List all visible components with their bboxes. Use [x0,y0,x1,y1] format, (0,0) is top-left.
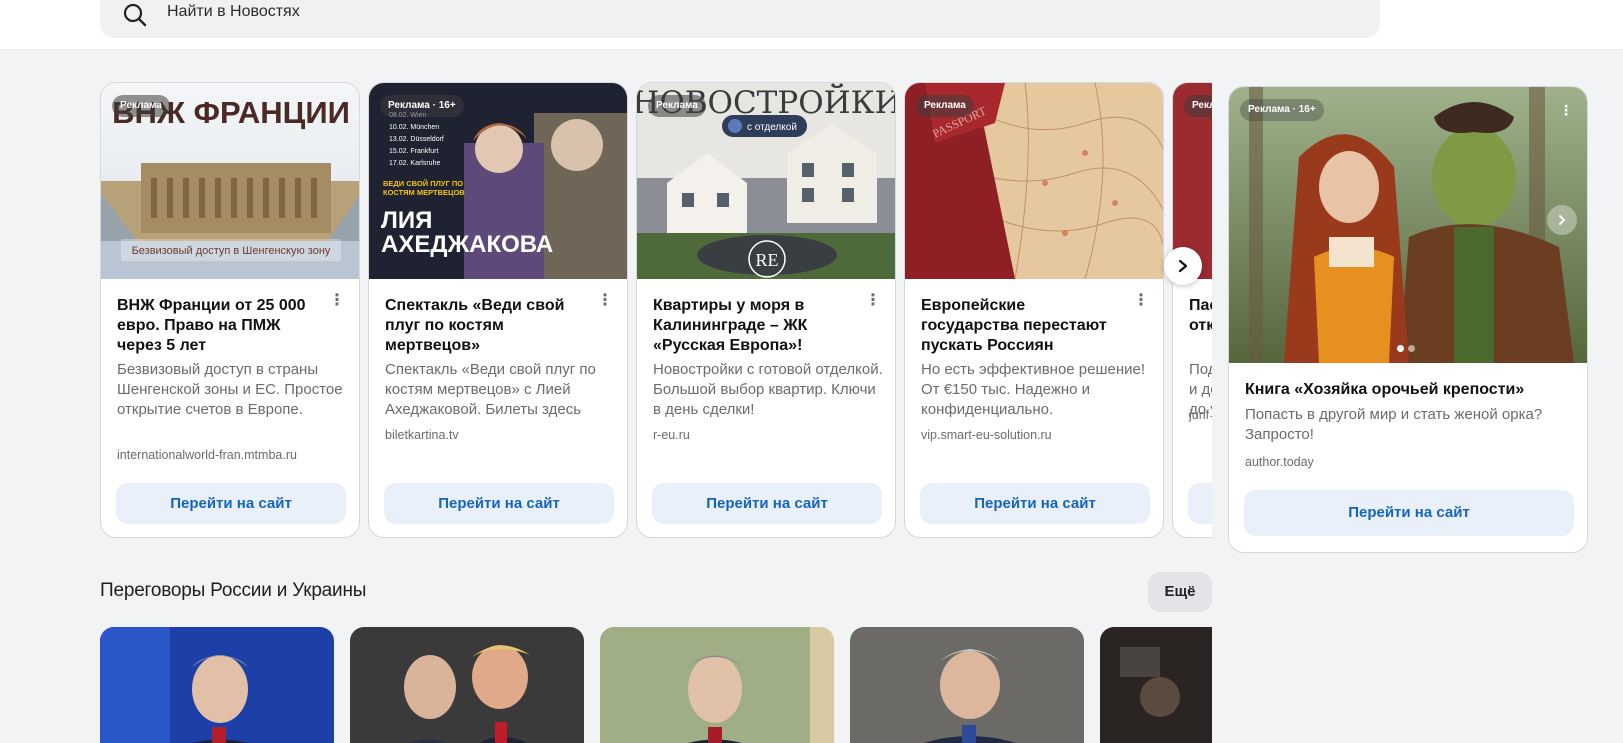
ad-domain: biletkartina.tv [385,428,459,442]
ad-badge: Реклама · 16+ [380,95,464,117]
more-options-icon[interactable]: ⋮ [597,293,613,311]
ad-card[interactable]: Рекл Пас отк Под и до до у jurif Пе [1172,82,1212,538]
ad-title[interactable]: ВНЖ Франции от 25 000 евро. Право на ПМЖ… [117,296,317,356]
chevron-right-icon [1559,215,1566,225]
news-card[interactable] [100,627,334,743]
go-to-site-button[interactable]: Перейти на сайт [1244,490,1574,536]
go-to-site-button[interactable]: Перейти на сайт [384,483,614,524]
header: Найти в Новостях [0,0,1623,49]
ad-badge: Реклама · 16+ [1240,99,1324,121]
side-ad-domain: author.today [1245,455,1314,469]
ad-domain: jurif [1189,408,1210,422]
news-card[interactable] [350,627,584,743]
news-card[interactable] [1100,627,1212,743]
ad-title[interactable]: Спектакль «Веди свой плуг по костям мерт… [385,296,585,356]
ad-card[interactable]: ВНЖ ФРАНЦИИ Безвизовый доступ в Шенгенск… [100,82,360,538]
go-to-site-button[interactable]: Перейти на сайт [116,483,346,524]
side-ad-image [1229,87,1587,363]
side-ad-title[interactable]: Книга «Хозяйка орочьей крепости» [1245,381,1575,399]
ad-description: Новостройки с готовой отделкой. Большой … [653,361,883,418]
more-options-icon[interactable]: ⋮ [329,293,345,311]
go-to-site-button[interactable]: Перейти на сайт [652,483,882,524]
ad-card[interactable]: PASSPORT Реклама Европейские государства… [904,82,1164,538]
news-card[interactable] [600,627,834,743]
ad-title[interactable]: Пас отк [1189,296,1212,336]
news-card[interactable] [850,627,1084,743]
search-icon [123,3,147,27]
search-input[interactable]: Найти в Новостях [167,3,300,21]
ad-image-date: 15.02. Frankfurt [389,148,438,155]
ad-image-headline: ЛИЯ АХЕДЖАКОВА [381,209,554,258]
ad-carousel: ВНЖ ФРАНЦИИ Безвизовый доступ в Шенгенск… [100,82,1212,540]
ad-card[interactable]: 08.02. Wien 10.02. München 13.02. Düssel… [368,82,628,538]
ad-badge: Реклама [916,95,974,117]
ad-image-date: 10.02. München [389,124,439,131]
ad-domain: vip.smart-eu-solution.ru [921,428,1052,442]
carousel-next-button[interactable] [1164,247,1202,285]
more-options-icon[interactable]: ⋮ [1555,99,1577,121]
go-to-site-button[interactable]: Перейти на сайт [920,483,1150,524]
more-button[interactable]: Ещё [1148,572,1212,612]
side-ad-card[interactable]: Реклама · 16+ ⋮ Книга «Хозяйка орочьей к… [1228,86,1588,553]
go-to-site-button[interactable]: Пе [1188,483,1212,524]
ad-image-subtitle: ВЕДИ СВОЙ ПЛУГ ПО КОСТЯМ МЕРТВЕЦОВ [383,179,465,197]
ad-image-caption: Безвизовый доступ в Шенгенскую зону [132,245,331,257]
section-title[interactable]: Переговоры России и Украины [100,580,366,602]
ad-image-date: 17.02. Karlsruhe [389,160,440,167]
more-options-icon[interactable]: ⋮ [1133,293,1149,311]
slide-indicator [1397,345,1415,352]
ad-title[interactable]: Квартиры у моря в Калининграде – ЖК «Рус… [653,296,853,356]
ad-card[interactable]: НОВОСТРОЙКИ с отделкой RE Реклама Кварти… [636,82,896,538]
ad-title[interactable]: Европейские государства перестают пускат… [921,296,1121,356]
ad-image-logo: RE [755,250,778,270]
ad-description: Но есть эффективное решение! От €150 тыс… [921,361,1146,418]
ad-image-date: 13.02. Düsseldorf [389,136,444,143]
ad-domain: internationalworld-fran.mtmba.ru [117,448,297,462]
ad-badge: Реклама [648,95,706,117]
ad-description: Безвизовый доступ в страны Шенгенской зо… [117,361,343,418]
chevron-right-icon [1178,259,1188,273]
ad-description: Спектакль «Веди свой плуг по костям мерт… [385,361,596,418]
slide-dot[interactable] [1408,345,1415,352]
ad-domain: r-eu.ru [653,428,690,442]
search-bar[interactable]: Найти в Новостях [100,0,1380,38]
news-row [100,627,1212,743]
slide-dot[interactable] [1397,345,1404,352]
ad-image-pill: с отделкой [747,122,797,133]
more-options-icon[interactable]: ⋮ [865,293,881,311]
ad-badge: Реклама [112,95,170,117]
slide-next-button[interactable] [1547,205,1577,235]
ad-badge: Рекл [1184,95,1212,117]
side-ad-description: Попасть в другой мир и стать женой орка?… [1245,406,1543,443]
